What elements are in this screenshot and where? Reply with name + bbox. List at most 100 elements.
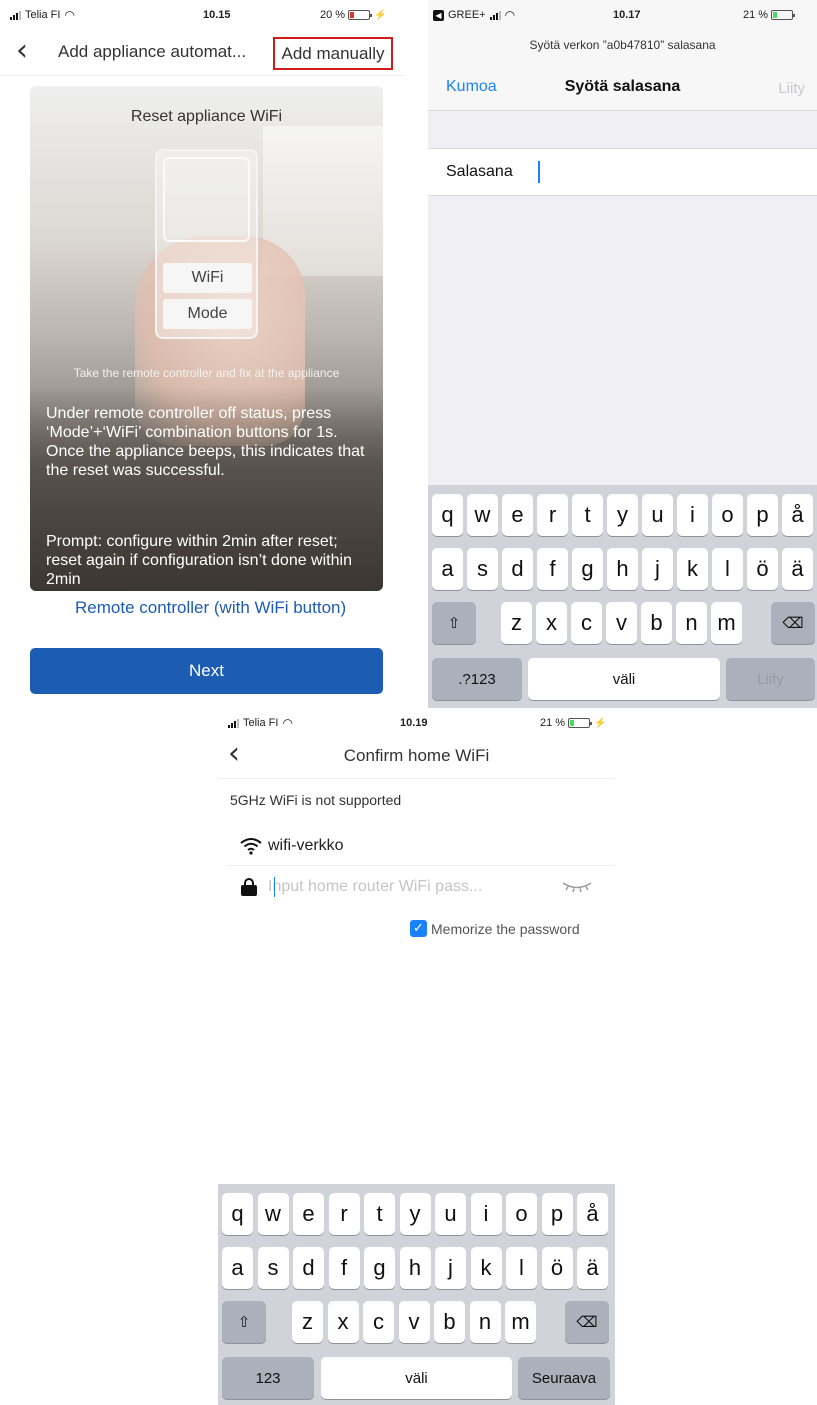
key-y[interactable]: y [399,1193,431,1235]
battery-indicator: 21 % ⚡ [540,717,607,729]
remote-wifi-button: WiFi [163,263,252,293]
key-ä[interactable]: ä [577,1247,608,1289]
checkmark-icon[interactable]: ✓ [410,920,427,937]
key-e[interactable]: e [293,1193,324,1235]
remote-screen [163,157,250,242]
key-t[interactable]: t [364,1193,395,1235]
wifi-password-input[interactable] [268,874,548,900]
key-a[interactable]: a [222,1247,253,1289]
key-c[interactable]: c [363,1301,394,1343]
key-n[interactable]: n [676,602,707,644]
key-ö[interactable]: ö [541,1247,573,1289]
key-c[interactable]: c [571,602,602,644]
ios-password-screen: ◀ GREE+ ◠ 10.17 21 % Syötä verkon ”a0b47… [428,0,817,708]
key-l[interactable]: l [712,548,743,590]
battery-percent: 21 % [743,9,769,21]
battery-indicator: 20 % ⚡ [320,9,387,21]
key-n[interactable]: n [469,1301,501,1343]
key-b[interactable]: b [641,602,672,644]
key-b[interactable]: b [434,1301,465,1343]
key-z[interactable]: z [292,1301,323,1343]
key-f[interactable]: f [328,1247,360,1289]
key-w[interactable]: w [257,1193,289,1235]
carrier: Telia FI ◠ [228,716,293,730]
status-time: 10.15 [203,9,231,21]
key-v[interactable]: v [398,1301,430,1343]
key-x[interactable]: x [327,1301,359,1343]
key-ä[interactable]: ä [782,548,813,590]
key-j[interactable]: j [642,548,673,590]
unsupported-notice: 5GHz WiFi is not supported [230,792,402,808]
key-y[interactable]: y [607,494,638,536]
status-bar: ◀ GREE+ ◠ 10.17 21 % [433,4,813,26]
key-p[interactable]: p [541,1193,573,1235]
add-manually-button[interactable]: Add manually [273,37,393,70]
join-key[interactable]: Liity [726,658,815,700]
key-m[interactable]: m [711,602,742,644]
remote-controller-link[interactable]: Remote controller (with WiFi button) [75,598,346,618]
key-k[interactable]: k [677,548,708,590]
key-a[interactable]: a [432,548,463,590]
next-key[interactable]: Seuraava [518,1357,610,1399]
password-field[interactable]: Salasana [428,148,817,196]
appliance-reset-screen: Telia FI ◠ 10.15 20 % ⚡ ‹ Add appliance … [0,0,405,705]
key-g[interactable]: g [364,1247,395,1289]
key-o[interactable]: o [712,494,743,536]
key-å[interactable]: å [782,494,813,536]
key-s[interactable]: s [467,548,498,590]
key-i[interactable]: i [470,1193,502,1235]
key-u[interactable]: u [435,1193,466,1235]
key-l[interactable]: l [506,1247,537,1289]
key-u[interactable]: u [642,494,673,536]
key-w[interactable]: w [467,494,498,536]
backspace-icon[interactable]: ⌫ [771,602,815,644]
key-å[interactable]: å [577,1193,608,1235]
wifi-ssid: wifi-verkko [268,836,344,854]
back-chevron-icon[interactable]: ‹ [16,36,28,66]
key-x[interactable]: x [536,602,567,644]
back-to-app-icon[interactable]: ◀ [433,9,444,21]
space-key[interactable]: väli [321,1357,512,1399]
key-f[interactable]: f [537,548,568,590]
shift-icon[interactable]: ⇧ [222,1301,266,1343]
key-o[interactable]: o [506,1193,537,1235]
key-t[interactable]: t [572,494,603,536]
key-h[interactable]: h [399,1247,431,1289]
key-r[interactable]: r [537,494,568,536]
next-button[interactable]: Next [30,648,383,694]
key-p[interactable]: p [747,494,778,536]
memorize-password-option[interactable]: ✓ Memorize the password [410,920,580,937]
key-e[interactable]: e [502,494,533,536]
key-h[interactable]: h [607,548,638,590]
password-sheet-header: ◀ GREE+ ◠ 10.17 21 % Syötä verkon ”a0b47… [428,0,817,111]
wifi-network-row[interactable]: wifi-verkko [228,826,615,866]
key-z[interactable]: z [501,602,532,644]
numbers-key[interactable]: .?123 [432,658,522,700]
key-g[interactable]: g [572,548,603,590]
keyboard: q w e r t y u i o p å a s d f g h j k l ö ä ⇧ z x c v b n m ⌫ .?123 väli… [428,485,817,708]
key-v[interactable]: v [606,602,637,644]
reset-instructions: Under remote controller off status, pres… [46,405,365,479]
key-m[interactable]: m [505,1301,536,1343]
key-r[interactable]: r [328,1193,360,1235]
shift-icon[interactable]: ⇧ [432,602,476,644]
key-q[interactable]: q [432,494,463,536]
space-key[interactable]: väli [528,658,720,700]
card-title: Reset appliance WiFi [130,108,283,125]
join-button[interactable]: Liity [778,80,805,97]
text-caret [538,161,540,183]
back-to-app-label[interactable]: GREE+ [448,9,486,21]
key-ö[interactable]: ö [747,548,778,590]
backspace-icon[interactable]: ⌫ [565,1301,609,1343]
key-k[interactable]: k [470,1247,502,1289]
key-q[interactable]: q [222,1193,253,1235]
key-d[interactable]: d [502,548,533,590]
key-s[interactable]: s [257,1247,289,1289]
numbers-key[interactable]: 123 [222,1357,314,1399]
charging-icon: ⚡ [594,717,607,729]
eye-closed-icon[interactable] [560,876,594,896]
cancel-button[interactable]: Kumoa [446,78,497,96]
key-j[interactable]: j [435,1247,466,1289]
key-d[interactable]: d [293,1247,324,1289]
key-i[interactable]: i [677,494,708,536]
